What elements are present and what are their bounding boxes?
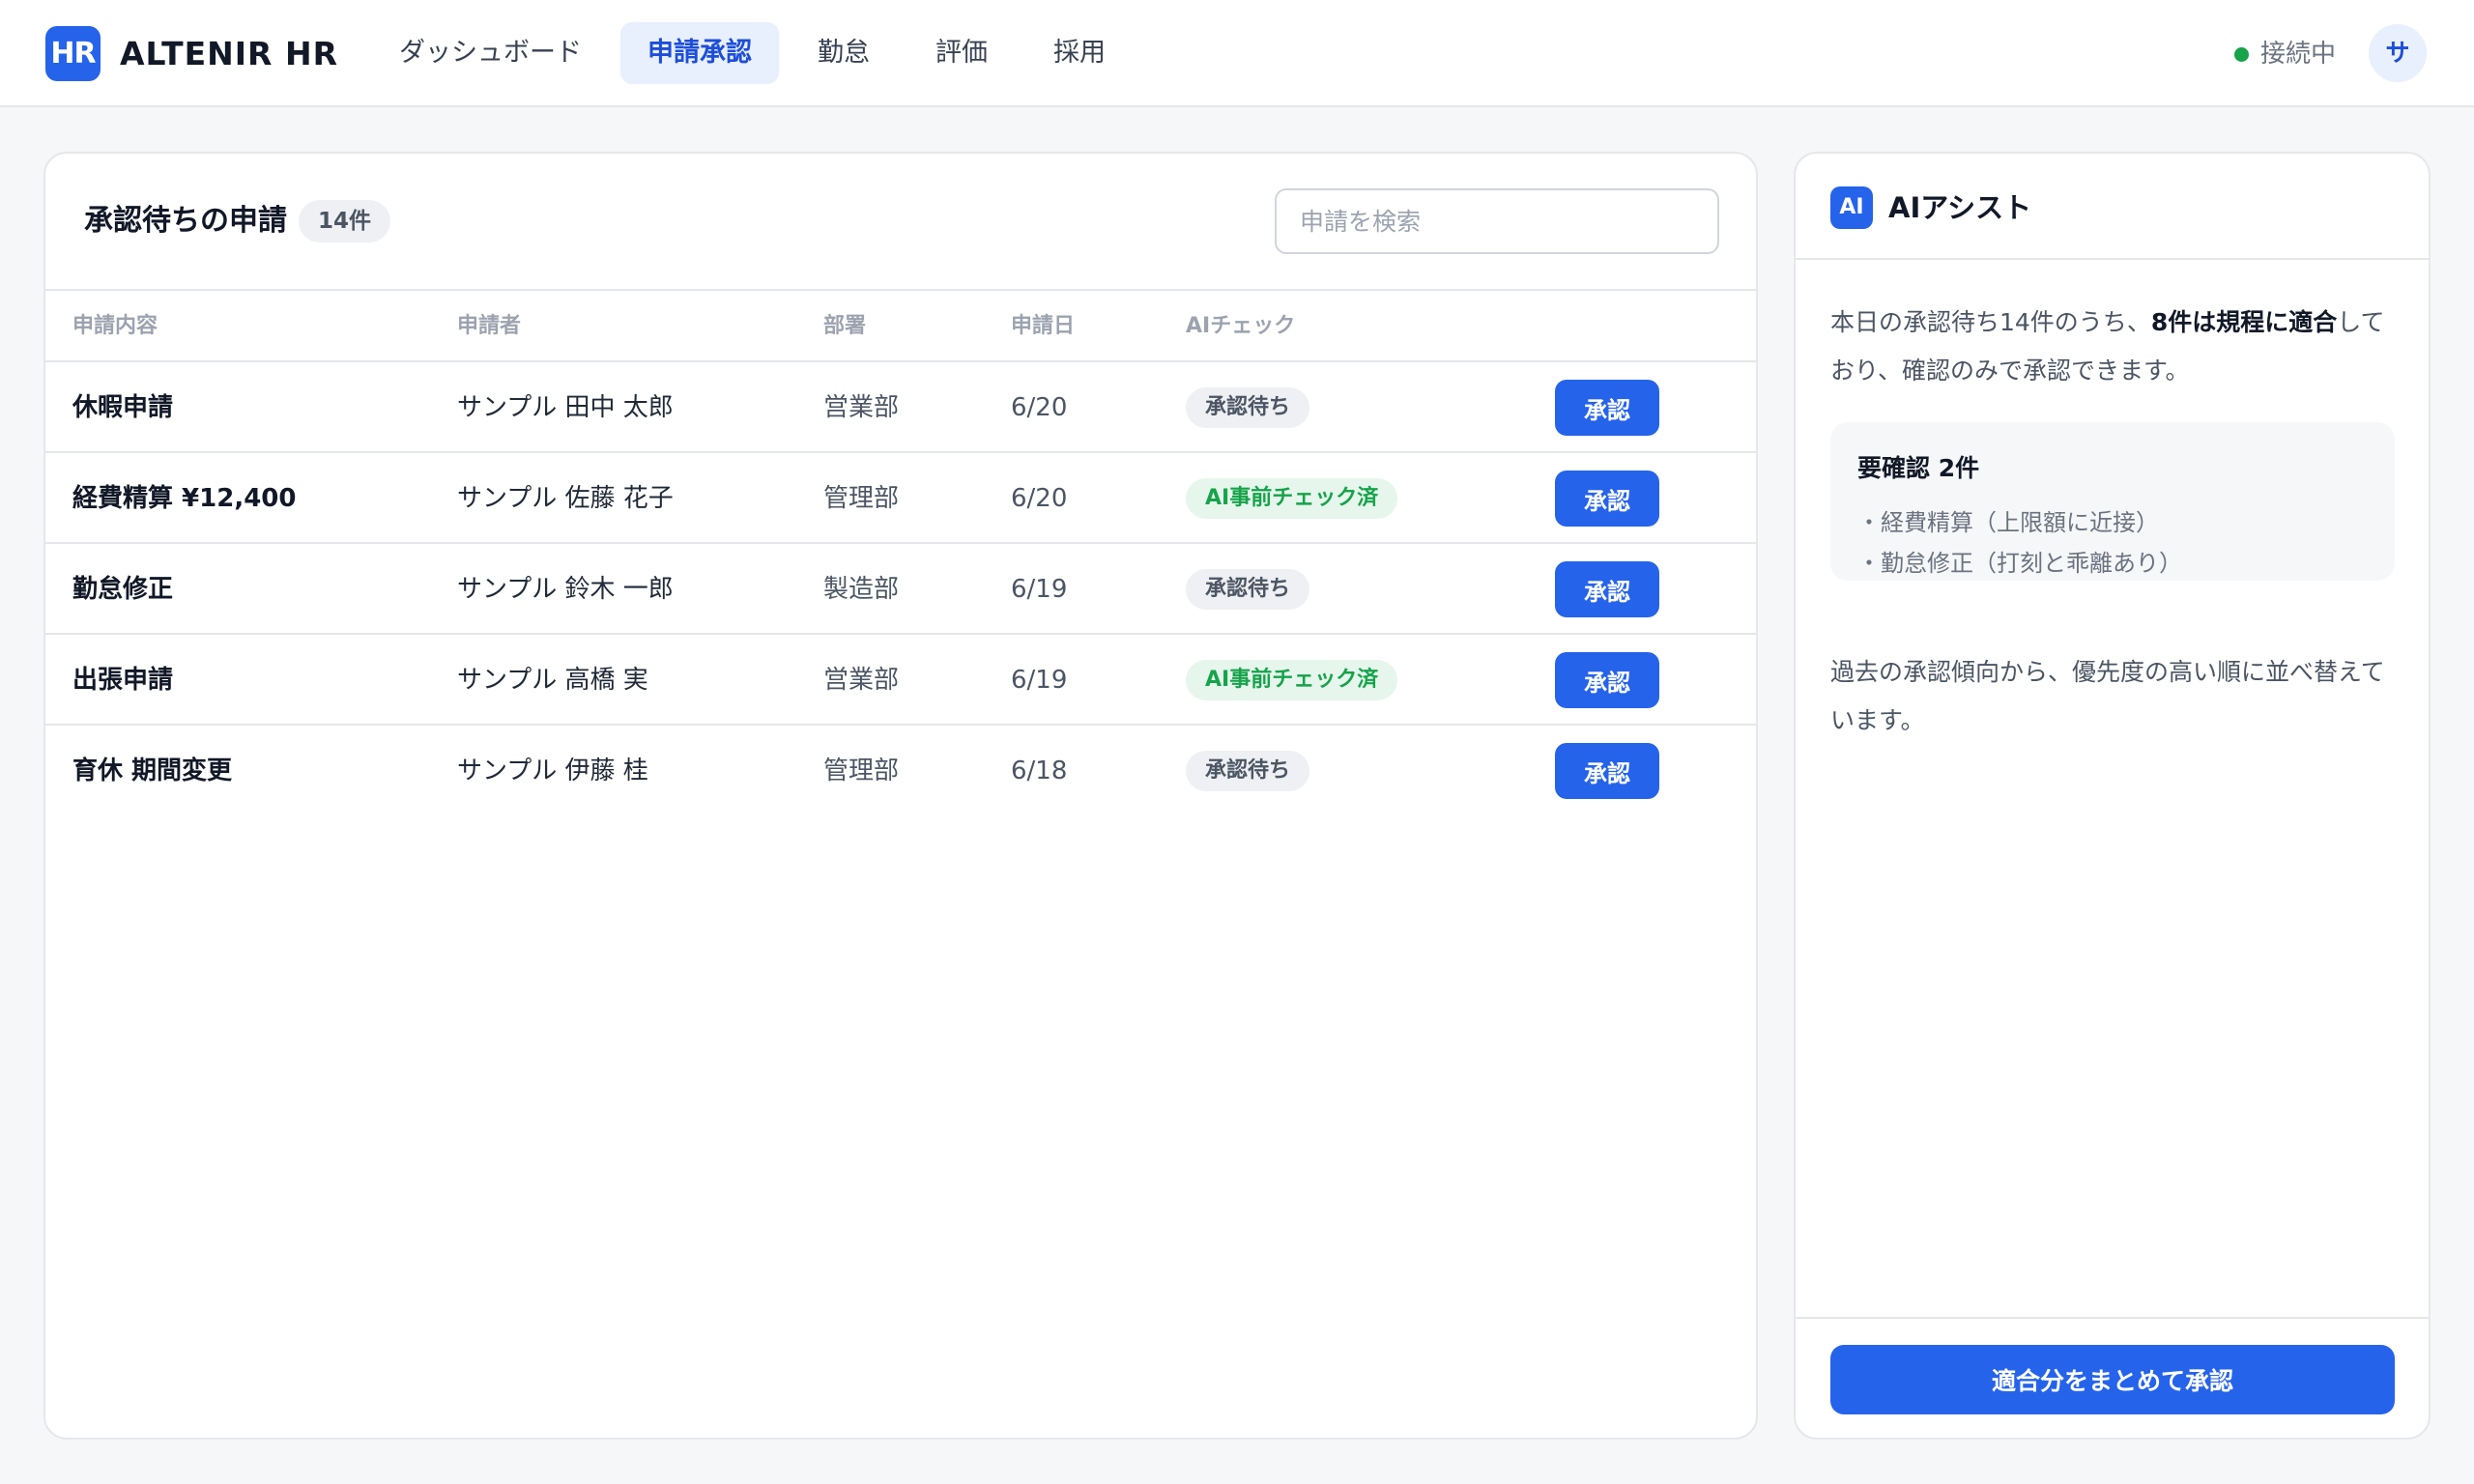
table-row[interactable]: 出張申請 サンプル 高橋 実 営業部 6/19 AI事前チェック済 承認 <box>45 635 1756 726</box>
request-date: 6/20 <box>1011 393 1068 422</box>
request-department: 製造部 <box>823 575 900 604</box>
ai-check-badge: 承認待ち <box>1186 387 1310 428</box>
nav-item-dashboard[interactable]: ダッシュボード <box>372 22 609 84</box>
request-title: 育休 期間変更 <box>72 756 233 785</box>
request-applicant: サンプル 鈴木 一郎 <box>457 575 674 604</box>
request-date: 6/20 <box>1011 484 1068 513</box>
request-date: 6/19 <box>1011 575 1068 604</box>
ai-summary: 本日の承認待ち14件のうち、8件は規程に適合しており、確認のみで承認できます。 <box>1830 299 2401 395</box>
table-row[interactable]: 休暇申請 サンプル 田中 太郎 営業部 6/20 承認待ち 承認 <box>45 362 1756 453</box>
request-applicant: サンプル 高橋 実 <box>457 666 648 695</box>
ai-summary-highlight: 8件は規程に適合 <box>2150 308 2338 336</box>
request-title: 経費精算 ¥12,400 <box>72 484 297 513</box>
ai-panel-header: AI AIアシスト <box>1796 154 2429 260</box>
approve-button[interactable]: 承認 <box>1555 652 1659 708</box>
approve-button[interactable]: 承認 <box>1555 380 1659 436</box>
column-header-date: 申請日 <box>1011 314 1076 338</box>
table-row[interactable]: 育休 期間変更 サンプル 伊藤 桂 管理部 6/18 承認待ち 承認 <box>45 726 1756 816</box>
review-needed-box: 要確認 2件 ・経費精算（上限額に近接） ・勤怠修正（打刻と乖離あり） <box>1830 422 2395 581</box>
page-title: 承認待ちの申請 <box>84 204 287 238</box>
request-title: 勤怠修正 <box>72 575 174 604</box>
nav-item-attendance[interactable]: 勤怠 <box>791 22 897 84</box>
top-header: HR ALTENIR HR ダッシュボード 申請承認 勤怠 評価 採用 接続中 … <box>0 0 2474 107</box>
ai-assist-panel: AI AIアシスト 本日の承認待ち14件のうち、8件は規程に適合しており、確認の… <box>1794 152 2431 1440</box>
request-department: 管理部 <box>823 484 900 513</box>
request-applicant: サンプル 田中 太郎 <box>457 393 674 422</box>
connection-status-label: 接続中 <box>2260 40 2337 69</box>
count-badge: 14件 <box>299 200 391 243</box>
user-avatar[interactable]: サ <box>2369 24 2427 82</box>
request-department: 管理部 <box>823 756 900 785</box>
search-input[interactable] <box>1275 188 1719 254</box>
ai-check-badge: 承認待ち <box>1186 751 1310 791</box>
ai-icon: AI <box>1830 186 1873 229</box>
ai-sort-note: 過去の承認傾向から、優先度の高い順に並べ替えています。 <box>1830 658 2385 734</box>
column-header-ai-check: AIチェック <box>1186 314 1296 338</box>
column-header-department: 部署 <box>823 314 867 338</box>
request-title: 出張申請 <box>72 666 174 695</box>
ai-check-badge: 承認待ち <box>1186 569 1310 610</box>
request-title: 休暇申請 <box>72 393 174 422</box>
ai-check-badge: AI事前チェック済 <box>1186 478 1398 519</box>
ai-summary-prefix: 本日の承認待ち14件のうち、 <box>1830 308 2151 336</box>
column-header-content: 申請内容 <box>72 314 158 338</box>
panel-header: 承認待ちの申請 14件 <box>45 154 1756 291</box>
ai-check-badge: AI事前チェック済 <box>1186 660 1398 700</box>
approve-button[interactable]: 承認 <box>1555 561 1659 617</box>
bulk-approve-button[interactable]: 適合分をまとめて承認 <box>1830 1345 2395 1414</box>
request-applicant: サンプル 佐藤 花子 <box>457 484 674 513</box>
review-item: ・経費精算（上限額に近接） <box>1857 509 2159 536</box>
ai-panel-title: AIアシスト <box>1888 191 2032 224</box>
status-dot-icon <box>2234 46 2249 62</box>
request-applicant: サンプル 伊藤 桂 <box>457 756 648 785</box>
table-row[interactable]: 勤怠修正 サンプル 鈴木 一郎 製造部 6/19 承認待ち 承認 <box>45 544 1756 635</box>
review-item: ・勤怠修正（打刻と乖離あり） <box>1857 550 2182 577</box>
nav-item-approvals[interactable]: 申請承認 <box>620 22 779 84</box>
pending-requests-panel: 承認待ちの申請 14件 申請内容 申請者 部署 申請日 AIチェック 休暇申請 … <box>43 152 1758 1440</box>
nav-item-evaluation[interactable]: 評価 <box>908 22 1015 84</box>
request-date: 6/18 <box>1011 756 1068 785</box>
request-department: 営業部 <box>823 666 900 695</box>
main-nav: ダッシュボード 申請承認 勤怠 評価 採用 <box>372 22 1133 84</box>
column-header-applicant: 申請者 <box>457 314 522 338</box>
approve-button[interactable]: 承認 <box>1555 743 1659 799</box>
table-row[interactable]: 経費精算 ¥12,400 サンプル 佐藤 花子 管理部 6/20 AI事前チェッ… <box>45 453 1756 544</box>
nav-item-recruiting[interactable]: 採用 <box>1026 22 1133 84</box>
request-department: 営業部 <box>823 393 900 422</box>
review-title: 要確認 2件 <box>1857 454 1980 482</box>
request-date: 6/19 <box>1011 666 1068 695</box>
divider <box>1796 1317 2429 1319</box>
connection-status: 接続中 <box>2234 35 2336 73</box>
logo-icon: HR <box>45 26 101 81</box>
approve-button[interactable]: 承認 <box>1555 471 1659 527</box>
app-name: ALTENIR HR <box>120 35 338 72</box>
table-header: 申請内容 申請者 部署 申請日 AIチェック <box>45 291 1756 362</box>
